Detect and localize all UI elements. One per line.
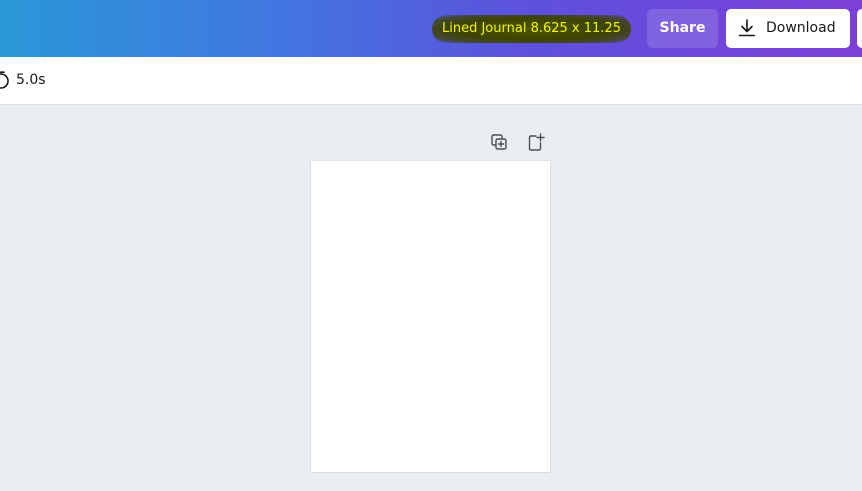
timer-icon[interactable] — [0, 70, 10, 90]
download-button[interactable]: Download — [726, 9, 850, 48]
design-page[interactable] — [311, 161, 550, 472]
editor-toolbar: 5.0s — [0, 57, 862, 105]
more-actions-button[interactable] — [857, 9, 862, 48]
top-header-bar: Lined Journal 8.625 x 11.25 Share Downlo… — [0, 0, 862, 57]
share-button[interactable]: Share — [647, 9, 718, 48]
download-button-label: Download — [766, 20, 836, 36]
page-tools — [488, 131, 550, 155]
download-arrow-icon — [738, 19, 756, 37]
duplicate-page-icon[interactable] — [488, 131, 512, 155]
document-title[interactable]: Lined Journal 8.625 x 11.25 — [432, 15, 631, 43]
add-page-icon[interactable] — [524, 131, 548, 155]
timer-duration[interactable]: 5.0s — [16, 70, 46, 90]
